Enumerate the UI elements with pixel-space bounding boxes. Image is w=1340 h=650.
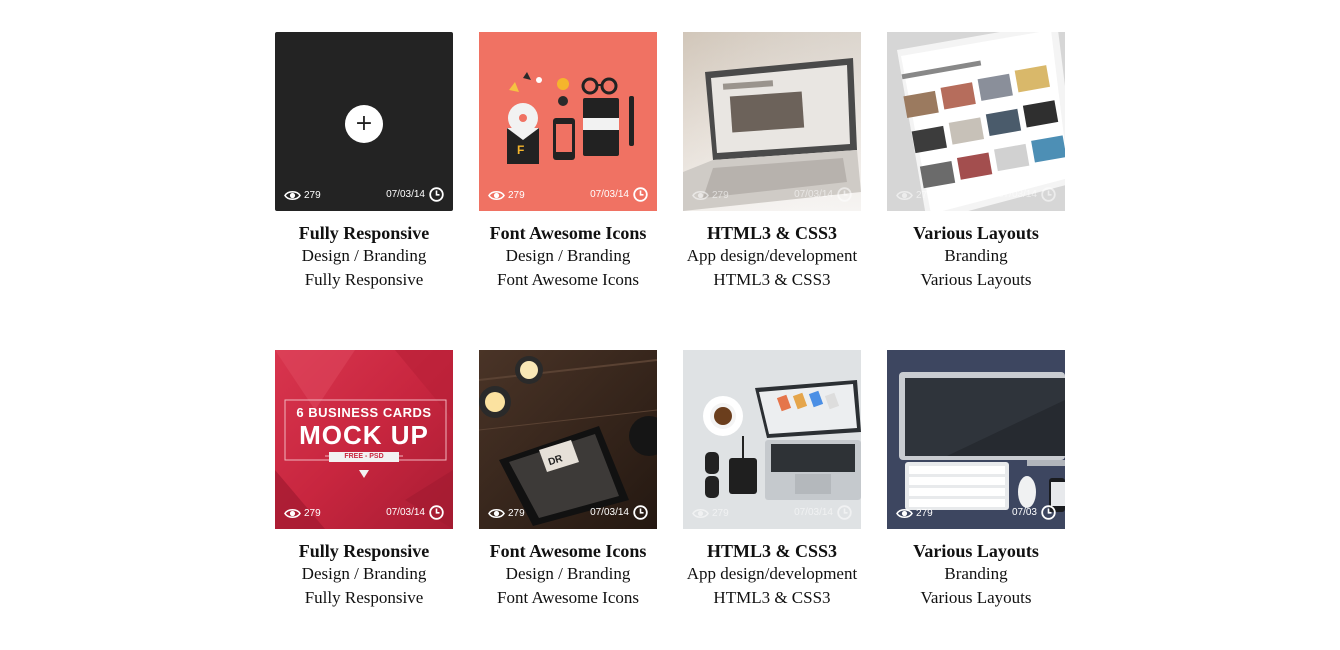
card-subtitle: HTML3 & CSS3 bbox=[713, 588, 831, 607]
eye-icon bbox=[488, 190, 505, 201]
thumbnail-meta: 279 07/03/14 bbox=[887, 181, 1065, 211]
portfolio-row: 6 BUSINESS CARDS MOCK UP FREE - PSD 279 … bbox=[275, 350, 1065, 610]
eye-icon bbox=[284, 190, 301, 201]
views-count: 279 bbox=[896, 508, 933, 519]
views-value: 279 bbox=[916, 190, 933, 201]
thumbnail-meta: 279 07/03/14 bbox=[275, 499, 453, 529]
portfolio-card[interactable]: + 279 07/03/14 Fully Responsive Design /… bbox=[275, 32, 453, 292]
views-value: 279 bbox=[304, 190, 321, 201]
card-subtitle: Fully Responsive bbox=[304, 270, 424, 289]
card-category: Design / Branding bbox=[505, 246, 631, 265]
portfolio-card[interactable]: 279 07/03/14 Various Layouts Branding Va… bbox=[887, 32, 1065, 292]
card-title[interactable]: Font Awesome Icons bbox=[479, 540, 657, 562]
portfolio-card[interactable]: DR 279 07/03/14 Font Awesome Icons Desig… bbox=[479, 350, 657, 610]
portfolio-card[interactable]: 279 07/03/14 HTML3 & CSS3 App design/dev… bbox=[683, 32, 861, 292]
views-value: 279 bbox=[712, 190, 729, 201]
views-count: 279 bbox=[284, 508, 321, 519]
card-title[interactable]: Various Layouts bbox=[887, 540, 1065, 562]
eye-icon bbox=[692, 190, 709, 201]
card-category: App design/development bbox=[686, 564, 858, 583]
post-date: 07/03/14 bbox=[998, 189, 1037, 200]
clock-icon bbox=[429, 187, 444, 202]
portfolio-thumbnail[interactable]: 6 BUSINESS CARDS MOCK UP FREE - PSD 279 … bbox=[275, 350, 453, 529]
thumbnail-meta: 279 07/03/14 bbox=[683, 181, 861, 211]
post-date: 07/03/14 bbox=[590, 507, 629, 518]
card-subtitle: HTML3 & CSS3 bbox=[713, 270, 831, 289]
card-subtitle: Various Layouts bbox=[920, 270, 1032, 289]
views-count: 279 bbox=[488, 190, 525, 201]
post-date: 07/03/14 bbox=[794, 507, 833, 518]
card-title[interactable]: Fully Responsive bbox=[275, 540, 453, 562]
card-subtitle: Fully Responsive bbox=[304, 588, 424, 607]
portfolio-thumbnail[interactable]: 279 07/03 bbox=[887, 350, 1065, 529]
eye-icon bbox=[488, 508, 505, 519]
post-date: 07/03 bbox=[1011, 507, 1037, 518]
thumbnail-meta: 279 07/03/14 bbox=[683, 499, 861, 529]
clock-icon bbox=[837, 187, 852, 202]
mockup-tag: FREE - PSD bbox=[344, 453, 384, 460]
thumbnail-meta: 279 07/03/14 bbox=[479, 499, 657, 529]
card-category: Design / Branding bbox=[301, 564, 427, 583]
views-count: 279 bbox=[284, 190, 321, 201]
clock-icon bbox=[429, 505, 444, 520]
card-subtitle: Font Awesome Icons bbox=[497, 270, 639, 289]
post-date: 07/03/14 bbox=[590, 189, 629, 200]
thumbnail-meta: 279 07/03/14 bbox=[479, 181, 657, 211]
card-title[interactable]: HTML3 & CSS3 bbox=[683, 222, 861, 244]
mockup-heading-large: MOCK UP bbox=[299, 420, 429, 450]
portfolio-card[interactable]: 6 BUSINESS CARDS MOCK UP FREE - PSD 279 … bbox=[275, 350, 453, 610]
views-count: 279 bbox=[692, 190, 729, 201]
card-category: App design/development bbox=[686, 246, 858, 265]
thumbnail-meta: 279 07/03 bbox=[887, 499, 1065, 529]
portfolio-thumbnail[interactable]: F 279 07/03/14 bbox=[479, 32, 657, 211]
portfolio-thumbnail[interactable]: 279 07/03/14 bbox=[683, 32, 861, 211]
card-title[interactable]: HTML3 & CSS3 bbox=[683, 540, 861, 562]
portfolio-card[interactable]: F 279 07/03/14 Font Awesome Icons Design… bbox=[479, 32, 657, 292]
clock-icon bbox=[1041, 187, 1056, 202]
eye-icon bbox=[896, 508, 913, 519]
card-title[interactable]: Various Layouts bbox=[887, 222, 1065, 244]
views-count: 279 bbox=[692, 508, 729, 519]
card-subtitle: Various Layouts bbox=[920, 588, 1032, 607]
eye-icon bbox=[284, 508, 301, 519]
eye-icon bbox=[692, 508, 709, 519]
card-subtitle: Font Awesome Icons bbox=[497, 588, 639, 607]
views-value: 279 bbox=[712, 508, 729, 519]
views-value: 279 bbox=[916, 508, 933, 519]
portfolio-thumbnail[interactable]: + 279 07/03/14 bbox=[275, 32, 453, 211]
views-value: 279 bbox=[304, 508, 321, 519]
post-date: 07/03/14 bbox=[386, 189, 425, 200]
card-title[interactable]: Font Awesome Icons bbox=[479, 222, 657, 244]
clock-icon bbox=[633, 505, 648, 520]
portfolio-thumbnail[interactable]: 279 07/03/14 bbox=[887, 32, 1065, 211]
thumbnail-meta: 279 07/03/14 bbox=[275, 181, 453, 211]
eye-icon bbox=[896, 190, 913, 201]
svg-text:F: F bbox=[517, 143, 524, 157]
portfolio-thumbnail[interactable]: 279 07/03/14 bbox=[683, 350, 861, 529]
clock-icon bbox=[633, 187, 648, 202]
post-date: 07/03/14 bbox=[794, 189, 833, 200]
portfolio-row: + 279 07/03/14 Fully Responsive Design /… bbox=[275, 32, 1065, 292]
plus-icon[interactable]: + bbox=[345, 105, 383, 143]
views-count: 279 bbox=[488, 508, 525, 519]
post-date: 07/03/14 bbox=[386, 507, 425, 518]
clock-icon bbox=[1041, 505, 1056, 520]
views-value: 279 bbox=[508, 508, 525, 519]
card-title[interactable]: Fully Responsive bbox=[275, 222, 453, 244]
card-category: Branding bbox=[944, 564, 1008, 583]
portfolio-thumbnail[interactable]: DR 279 07/03/14 bbox=[479, 350, 657, 529]
portfolio-card[interactable]: 279 07/03/14 HTML3 & CSS3 App design/dev… bbox=[683, 350, 861, 610]
card-category: Design / Branding bbox=[505, 564, 631, 583]
views-value: 279 bbox=[508, 190, 525, 201]
portfolio-card[interactable]: 279 07/03 Various Layouts Branding Vario… bbox=[887, 350, 1065, 610]
card-category: Design / Branding bbox=[301, 246, 427, 265]
views-count: 279 bbox=[896, 190, 933, 201]
clock-icon bbox=[837, 505, 852, 520]
mockup-heading-small: 6 BUSINESS CARDS bbox=[296, 405, 432, 420]
card-category: Branding bbox=[944, 246, 1008, 265]
